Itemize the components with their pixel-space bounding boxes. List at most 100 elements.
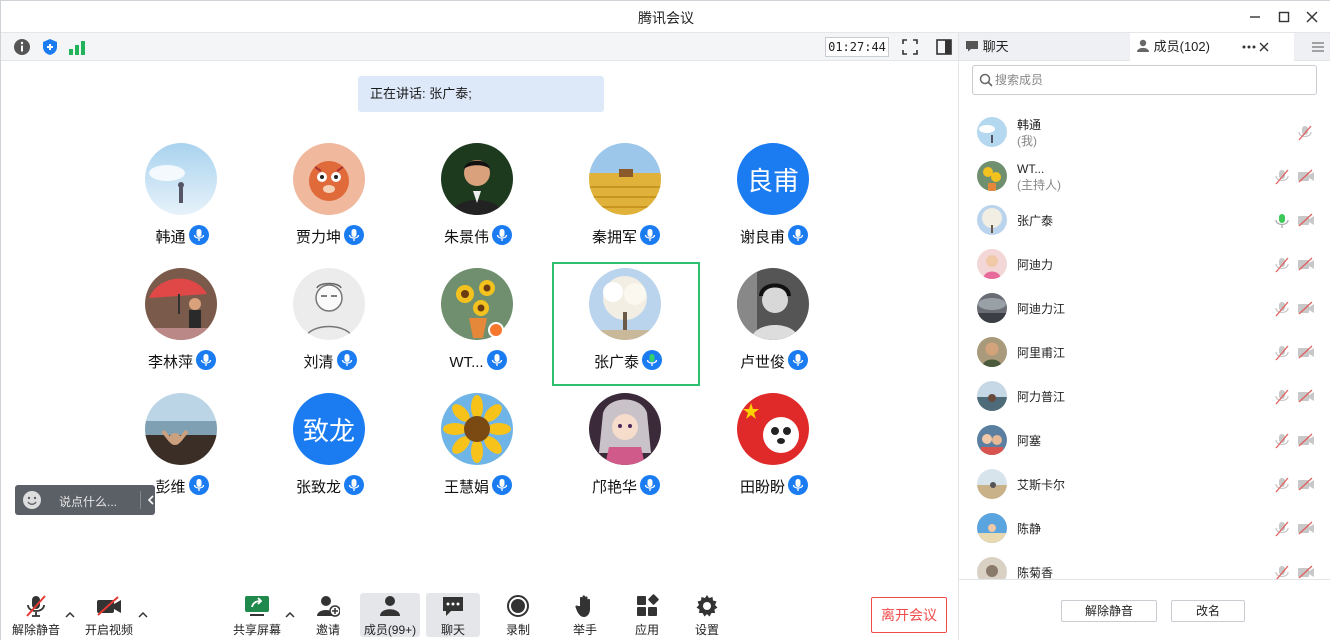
member-row[interactable]: 韩通 (我)	[959, 111, 1330, 155]
participant-tile[interactable]: 田盼盼	[700, 385, 848, 509]
member-row[interactable]: 陈静	[959, 507, 1330, 551]
participant-tile[interactable]: 刘清	[256, 260, 404, 384]
avatar	[589, 393, 661, 465]
member-row[interactable]: 张广泰	[959, 199, 1330, 243]
member-row[interactable]: WT... (主持人)	[959, 155, 1330, 199]
start-video-button[interactable]: 开启视频	[83, 593, 135, 637]
invite-label: 邀请	[315, 623, 340, 637]
invite-button[interactable]: 邀请	[307, 593, 349, 637]
record-icon	[507, 595, 529, 617]
member-row[interactable]: 阿力普江	[959, 375, 1330, 419]
video-options-chevron-icon[interactable]	[138, 611, 148, 622]
mic-icon	[486, 350, 507, 370]
participant-tile[interactable]: WT...	[404, 260, 552, 384]
camera-off-icon[interactable]	[1297, 257, 1315, 271]
camera-off-icon[interactable]	[1297, 301, 1315, 315]
record-button[interactable]: 录制	[497, 593, 539, 637]
member-row[interactable]: 陈菊香	[959, 551, 1330, 579]
participant-tile[interactable]: 贾力坤	[256, 135, 404, 259]
settings-button[interactable]: 设置	[686, 593, 728, 637]
leave-meeting-button[interactable]: 离开会议	[871, 597, 947, 633]
collapse-chevron-icon[interactable]	[146, 491, 158, 509]
participant-tile[interactable]: 李林萍	[108, 260, 256, 384]
camera-off-icon[interactable]	[1297, 521, 1315, 535]
menu-icon[interactable]	[1311, 41, 1325, 53]
share-options-chevron-icon[interactable]	[285, 611, 295, 622]
mic-icon	[196, 350, 216, 370]
mic-muted-icon[interactable]	[1274, 565, 1290, 579]
mic-muted-icon[interactable]	[1274, 521, 1290, 537]
member-row[interactable]: 阿里甫江	[959, 331, 1330, 375]
member-name: 陈菊香	[1017, 566, 1054, 579]
camera-off-icon[interactable]	[1297, 565, 1315, 579]
mic-muted-icon[interactable]	[1297, 125, 1313, 141]
member-row[interactable]: 阿迪力	[959, 243, 1330, 287]
participant-name: 王慧娟	[443, 479, 489, 496]
more-icon[interactable]	[1242, 45, 1256, 49]
maximize-button[interactable]	[1270, 5, 1298, 29]
member-search-input[interactable]: 搜索成员	[972, 65, 1317, 95]
close-button[interactable]	[1298, 5, 1326, 29]
tab-chat[interactable]: 聊天	[959, 33, 1129, 61]
close-icon[interactable]	[1259, 42, 1269, 52]
search-placeholder: 搜索成员	[995, 73, 1044, 87]
quick-chat-input[interactable]: 说点什么...	[15, 485, 155, 515]
tab-members[interactable]: 成员(102)	[1130, 33, 1294, 61]
share-screen-button[interactable]: 共享屏幕	[231, 593, 283, 637]
participant-tile[interactable]: 朱景伟	[404, 135, 552, 259]
chat-placeholder: 说点什么...	[59, 495, 118, 509]
camera-off-icon[interactable]	[1297, 433, 1315, 447]
participant-tile[interactable]: 良甫 谢良甫	[700, 135, 848, 259]
participant-tile[interactable]: 韩通	[108, 135, 256, 259]
camera-off-icon[interactable]	[1297, 389, 1315, 403]
search-icon	[979, 73, 993, 87]
mic-muted-icon[interactable]	[1274, 257, 1290, 273]
mic-speaking-icon[interactable]	[1274, 213, 1290, 229]
member-name: 阿里甫江	[1017, 346, 1066, 360]
rename-button[interactable]: 改名	[1171, 600, 1245, 622]
chat-button[interactable]: 聊天	[426, 593, 480, 637]
camera-off-icon[interactable]	[1297, 345, 1315, 359]
member-row[interactable]: 阿迪力江	[959, 287, 1330, 331]
mic-muted-icon[interactable]	[1274, 477, 1290, 493]
raise-hand-label: 举手	[572, 623, 597, 637]
avatar	[441, 393, 513, 465]
signal-icon[interactable]	[68, 38, 86, 56]
minimize-button[interactable]	[1241, 5, 1269, 29]
members-button[interactable]: 成员(99+)	[360, 593, 420, 637]
mic-muted-icon[interactable]	[1274, 169, 1290, 185]
app-window: 腾讯会议 01:27:44 正在讲话: 张广泰; 韩通 贾力坤 朱景伟 秦拥军 …	[0, 0, 1330, 640]
audio-options-chevron-icon[interactable]	[65, 611, 75, 622]
participant-tile-active-speaker[interactable]: 张广泰	[552, 262, 700, 386]
avatar	[293, 268, 365, 340]
participant-tile[interactable]: 致龙 张致龙	[256, 385, 404, 509]
emoji-icon[interactable]	[23, 491, 41, 509]
share-screen-icon	[245, 596, 269, 616]
participant-tile[interactable]: 卢世俊	[700, 260, 848, 384]
raise-hand-button[interactable]: 举手	[564, 593, 606, 637]
participant-name: 张广泰	[593, 354, 639, 371]
unmute-all-button[interactable]: 解除静音	[1061, 600, 1157, 622]
tab-chat-label: 聊天	[982, 39, 1009, 54]
camera-off-icon	[97, 596, 121, 616]
info-icon[interactable]	[13, 38, 31, 56]
camera-off-icon[interactable]	[1297, 213, 1315, 227]
avatar	[977, 513, 1007, 543]
chat-icon	[443, 597, 463, 616]
fullscreen-icon[interactable]	[901, 38, 919, 56]
shield-icon[interactable]	[41, 38, 59, 56]
mic-muted-icon[interactable]	[1274, 389, 1290, 405]
unmute-button[interactable]: 解除静音	[11, 593, 61, 637]
participant-tile[interactable]: 邝艳华	[552, 385, 700, 509]
participant-tile[interactable]: 秦拥军	[552, 135, 700, 259]
mic-muted-icon[interactable]	[1274, 433, 1290, 449]
camera-off-icon[interactable]	[1297, 169, 1315, 183]
camera-off-icon[interactable]	[1297, 477, 1315, 491]
apps-button[interactable]: 应用	[626, 593, 668, 637]
sidebar-toggle-icon[interactable]	[935, 38, 953, 56]
member-row[interactable]: 阿塞	[959, 419, 1330, 463]
participant-tile[interactable]: 王慧娟	[404, 385, 552, 509]
mic-muted-icon[interactable]	[1274, 345, 1290, 361]
mic-muted-icon[interactable]	[1274, 301, 1290, 317]
member-row[interactable]: 艾斯卡尔	[959, 463, 1330, 507]
